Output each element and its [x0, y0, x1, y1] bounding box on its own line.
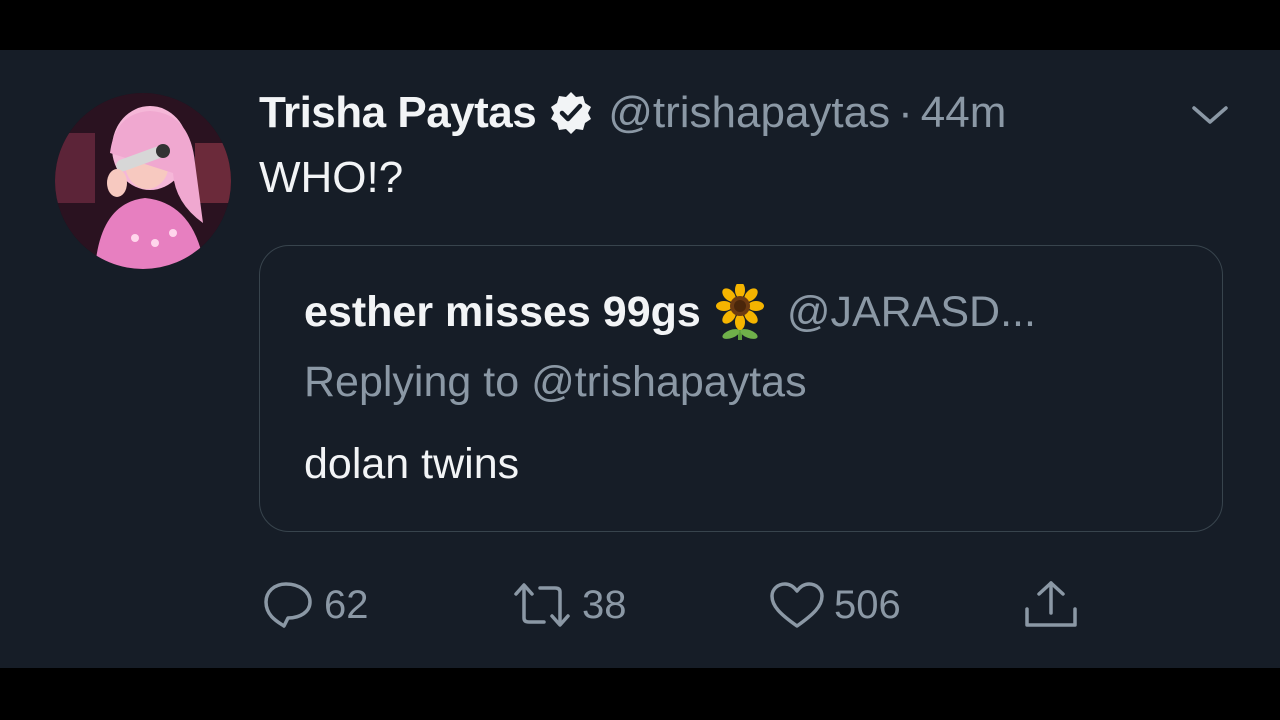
reply-count: 62 — [324, 582, 369, 627]
share-icon — [1025, 581, 1077, 627]
quoted-tweet-header: esther misses 99gs @JARASD... — [304, 282, 1036, 340]
timestamp[interactable]: 44m — [921, 88, 1007, 138]
retweet-button[interactable]: 38 — [510, 578, 627, 632]
sunflower-emoji-icon — [713, 282, 767, 340]
letterbox-top — [0, 0, 1280, 50]
replying-to: Replying to @trishapaytas — [304, 358, 807, 406]
avatar[interactable] — [55, 93, 231, 269]
chevron-down-icon[interactable] — [1190, 100, 1230, 130]
retweet-icon — [514, 583, 570, 627]
tweet-text: WHO!? — [259, 153, 404, 202]
heart-icon — [770, 582, 824, 628]
quoted-tweet-text: dolan twins — [304, 440, 520, 488]
avatar-image — [55, 93, 231, 269]
quoted-handle: @JARASD... — [786, 287, 1036, 336]
like-count: 506 — [834, 582, 901, 627]
verified-badge-icon — [548, 90, 594, 136]
handle[interactable]: @trishapaytas — [608, 88, 890, 138]
quoted-display-name: esther misses 99gs — [304, 287, 701, 336]
reply-icon — [264, 582, 312, 628]
separator-dot: · — [898, 88, 913, 137]
retweet-count: 38 — [582, 582, 627, 627]
quoted-tweet[interactable]: esther misses 99gs @JARASD... Replying t… — [259, 245, 1223, 532]
display-name[interactable]: Trisha Paytas — [259, 88, 537, 138]
reply-button[interactable]: 62 — [260, 578, 369, 632]
share-button[interactable] — [1022, 578, 1080, 632]
letterbox-bottom — [0, 668, 1280, 720]
tweet-header: Trisha Paytas @trishapaytas · 44m — [259, 85, 1006, 141]
like-button[interactable]: 506 — [768, 578, 901, 632]
